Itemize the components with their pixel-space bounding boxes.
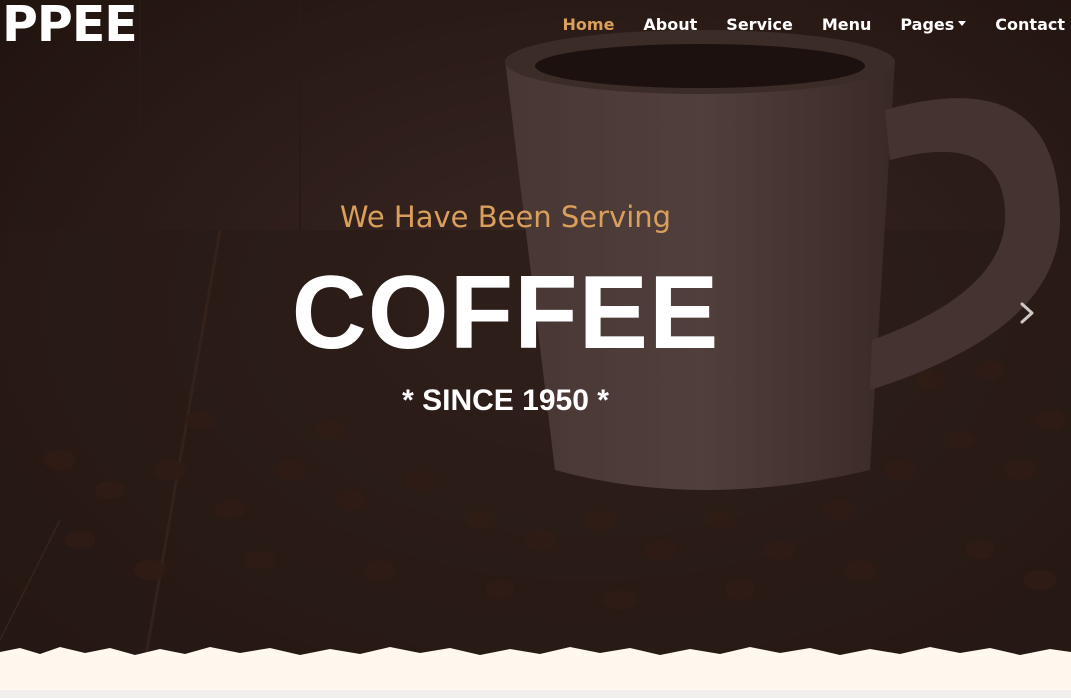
- nav-contact[interactable]: Contact: [995, 15, 1065, 34]
- hero-title: COFFEE: [291, 255, 720, 371]
- carousel-next-button[interactable]: [1010, 296, 1044, 330]
- nav-about[interactable]: About: [643, 15, 697, 34]
- nav-service[interactable]: Service: [726, 15, 793, 34]
- nav-pages-label: Pages: [900, 15, 955, 34]
- nav-home[interactable]: Home: [563, 15, 615, 34]
- page-bottom-strip: [0, 690, 1071, 698]
- navbar: PPEE Home About Service Menu Pages Conta…: [0, 0, 1071, 53]
- hero-subtitle: We Have Been Serving: [339, 200, 672, 234]
- hero-carousel: PPEE Home About Service Menu Pages Conta…: [0, 0, 1071, 690]
- caret-down-icon: [958, 21, 967, 26]
- nav-pages-dropdown[interactable]: Pages: [900, 15, 967, 34]
- nav-links: Home About Service Menu Pages Contact: [563, 15, 1065, 34]
- brand-logo[interactable]: PPEE: [2, 0, 138, 53]
- nav-menu[interactable]: Menu: [822, 15, 872, 34]
- chevron-right-icon: [1020, 302, 1034, 324]
- hero-since: * SINCE 1950 *: [402, 384, 609, 417]
